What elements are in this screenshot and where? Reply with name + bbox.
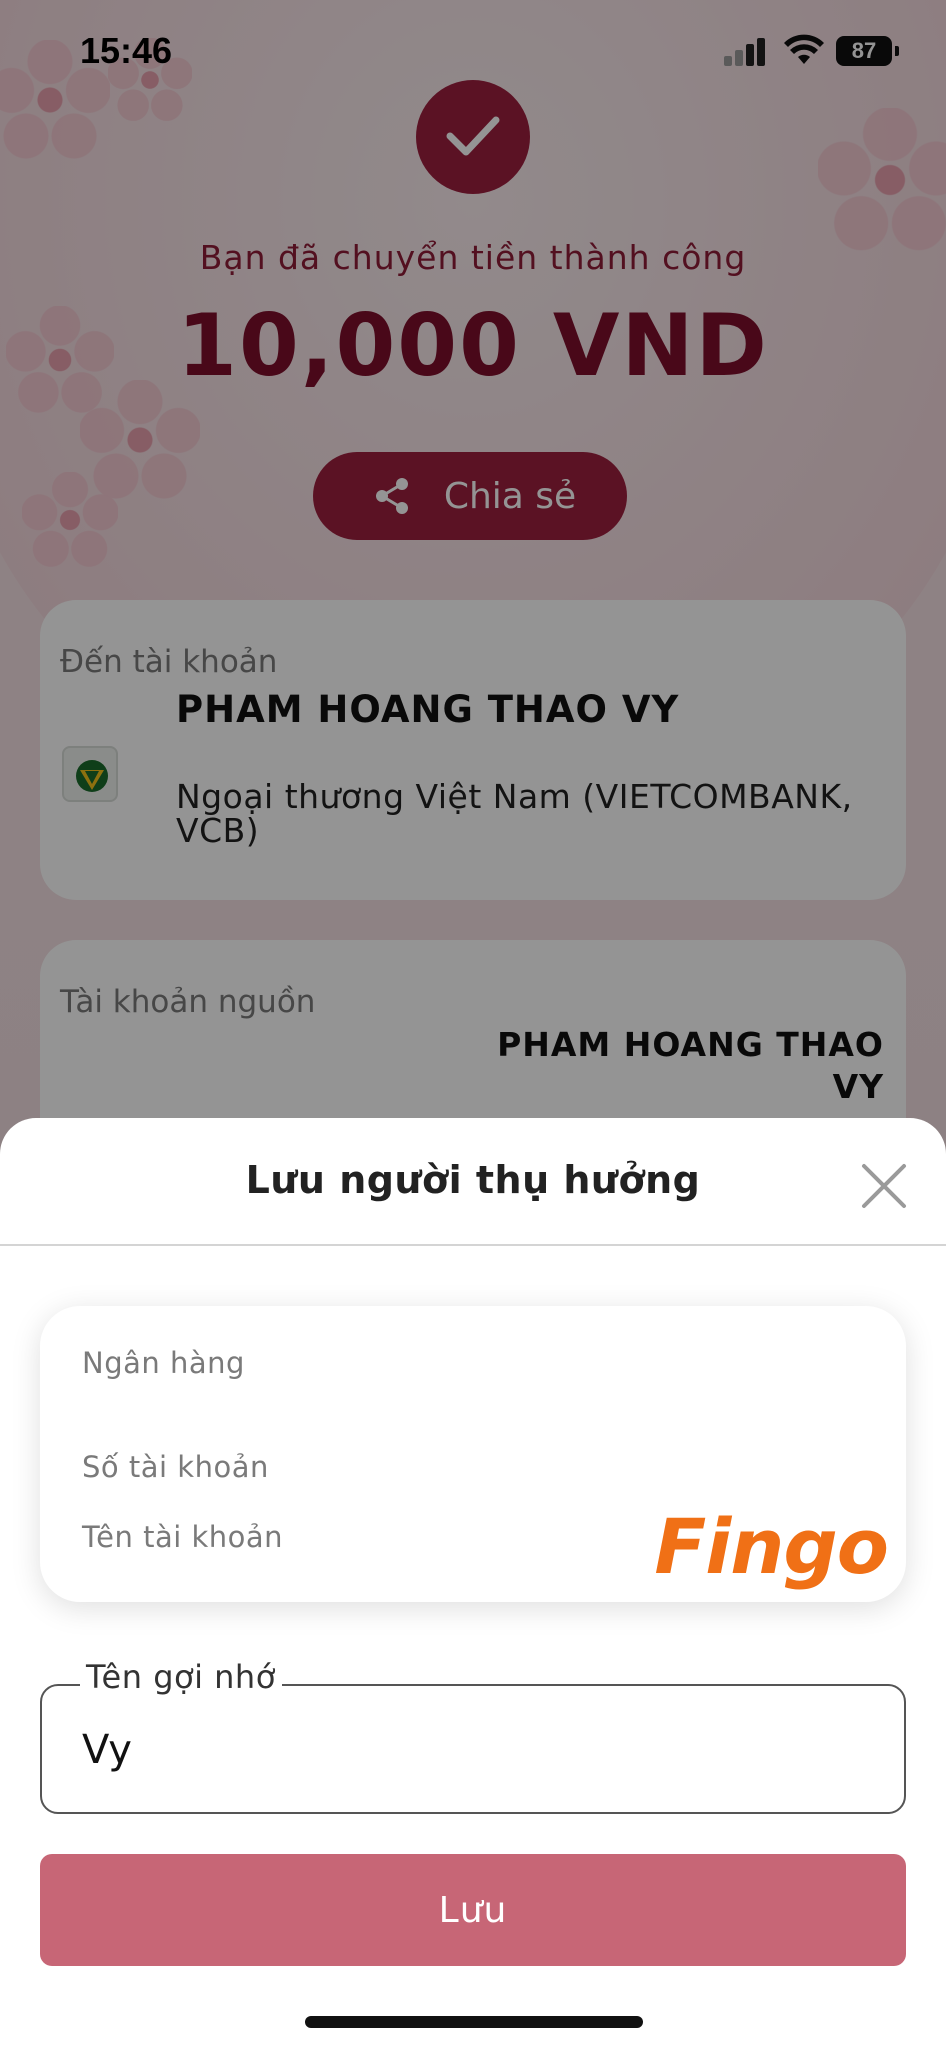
sheet-divider: [0, 1244, 946, 1246]
nickname-input[interactable]: [82, 1722, 862, 1778]
close-icon: [862, 1164, 906, 1208]
sheet-title: Lưu người thụ hưởng: [245, 1158, 701, 1202]
close-button[interactable]: [856, 1158, 912, 1214]
save-beneficiary-sheet: Lưu người thụ hưởng Ngân hàng Số tài kho…: [0, 1118, 946, 2048]
account-number-label: Số tài khoản: [82, 1450, 269, 1484]
home-indicator: [305, 2016, 643, 2028]
account-name-label: Tên tài khoản: [82, 1520, 284, 1554]
nickname-label: Tên gợi nhớ: [80, 1658, 282, 1696]
fingo-logo: Fingo: [654, 1502, 889, 1591]
bank-label: Ngân hàng: [82, 1346, 245, 1380]
save-button[interactable]: Lưu: [40, 1854, 906, 1966]
nickname-field[interactable]: [40, 1684, 906, 1814]
beneficiary-info-card: Ngân hàng Số tài khoản Tên tài khoản Fin…: [40, 1306, 906, 1602]
